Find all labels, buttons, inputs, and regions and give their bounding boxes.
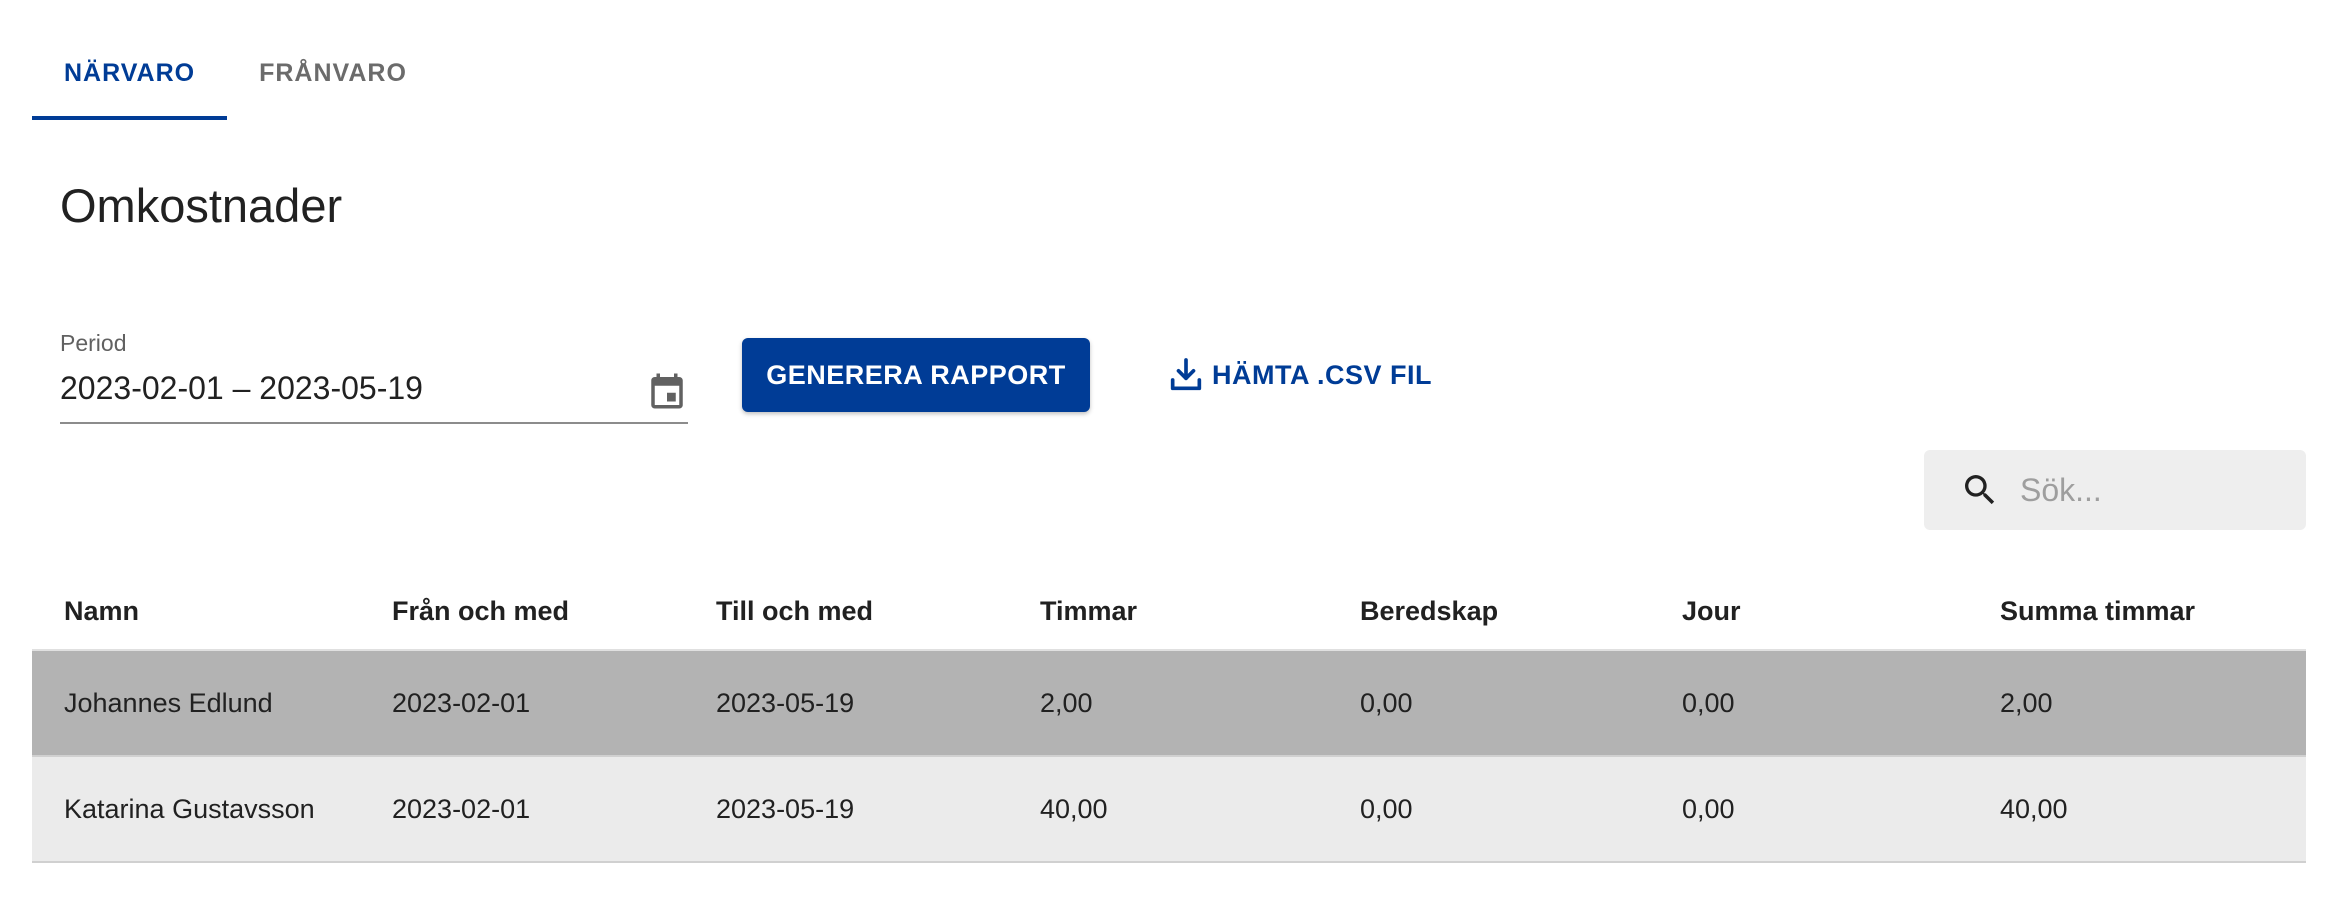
search-box[interactable] (1924, 450, 2306, 530)
column-header-jour[interactable]: Jour (1650, 574, 1968, 651)
cell-standby: 0,00 (1328, 650, 1650, 757)
cell-to-date: 2023-05-19 (684, 650, 1008, 757)
period-label: Period (60, 330, 127, 356)
cell-total-hours: 40,00 (1968, 756, 2306, 863)
cell-to-date: 2023-05-19 (684, 756, 1008, 863)
download-csv-label: HÄMTA .CSV FIL (1212, 359, 1432, 390)
column-header-summa-timmar[interactable]: Summa timmar (1968, 574, 2306, 651)
tab-franvaro-label: FRÅNVARO (259, 58, 407, 87)
tab-bar: NÄRVARO FRÅNVARO (32, 40, 439, 120)
column-header-fran-och-med[interactable]: Från och med (360, 574, 684, 651)
table-header-row: Namn Från och med Till och med Timmar Be… (32, 574, 2306, 651)
period-date-range-field[interactable]: Period 2023-02-01 – 2023-05-19 (60, 326, 688, 424)
cell-name: Katarina Gustavsson (32, 756, 360, 863)
period-value[interactable]: 2023-02-01 – 2023-05-19 (60, 370, 423, 407)
search-input[interactable] (2020, 450, 2290, 530)
cell-total-hours: 2,00 (1968, 650, 2306, 757)
page-title: Omkostnader (60, 179, 343, 232)
cell-hours: 2,00 (1008, 650, 1328, 757)
attendance-report-page: NÄRVARO FRÅNVARO Omkostnader Period 2023… (0, 0, 2332, 906)
cell-on-call: 0,00 (1650, 650, 1968, 757)
search-icon (1965, 475, 1995, 505)
tab-narvaro[interactable]: NÄRVARO (32, 40, 228, 120)
tab-franvaro[interactable]: FRÅNVARO (227, 40, 439, 120)
calendar-icon[interactable] (646, 368, 688, 414)
column-header-timmar[interactable]: Timmar (1008, 574, 1328, 651)
download-csv-button[interactable]: HÄMTA .CSV FIL (1166, 348, 1432, 402)
cell-from-date: 2023-02-01 (360, 650, 684, 757)
table-row[interactable]: Katarina Gustavsson 2023-02-01 2023-05-1… (32, 756, 2306, 863)
cell-on-call: 0,00 (1650, 756, 1968, 863)
column-header-till-och-med[interactable]: Till och med (684, 574, 1008, 651)
cell-name: Johannes Edlund (32, 650, 360, 757)
cell-from-date: 2023-02-01 (360, 756, 684, 863)
download-icon (1170, 358, 1202, 391)
cell-standby: 0,00 (1328, 756, 1650, 863)
table-row[interactable]: Johannes Edlund 2023-02-01 2023-05-19 2,… (32, 650, 2306, 757)
report-table: Namn Från och med Till och med Timmar Be… (32, 574, 2306, 863)
tab-narvaro-label: NÄRVARO (64, 58, 196, 87)
column-header-beredskap[interactable]: Beredskap (1328, 574, 1650, 651)
cell-hours: 40,00 (1008, 756, 1328, 863)
generate-report-button[interactable]: GENERERA RAPPORT (742, 338, 1090, 412)
column-header-namn[interactable]: Namn (32, 574, 360, 651)
